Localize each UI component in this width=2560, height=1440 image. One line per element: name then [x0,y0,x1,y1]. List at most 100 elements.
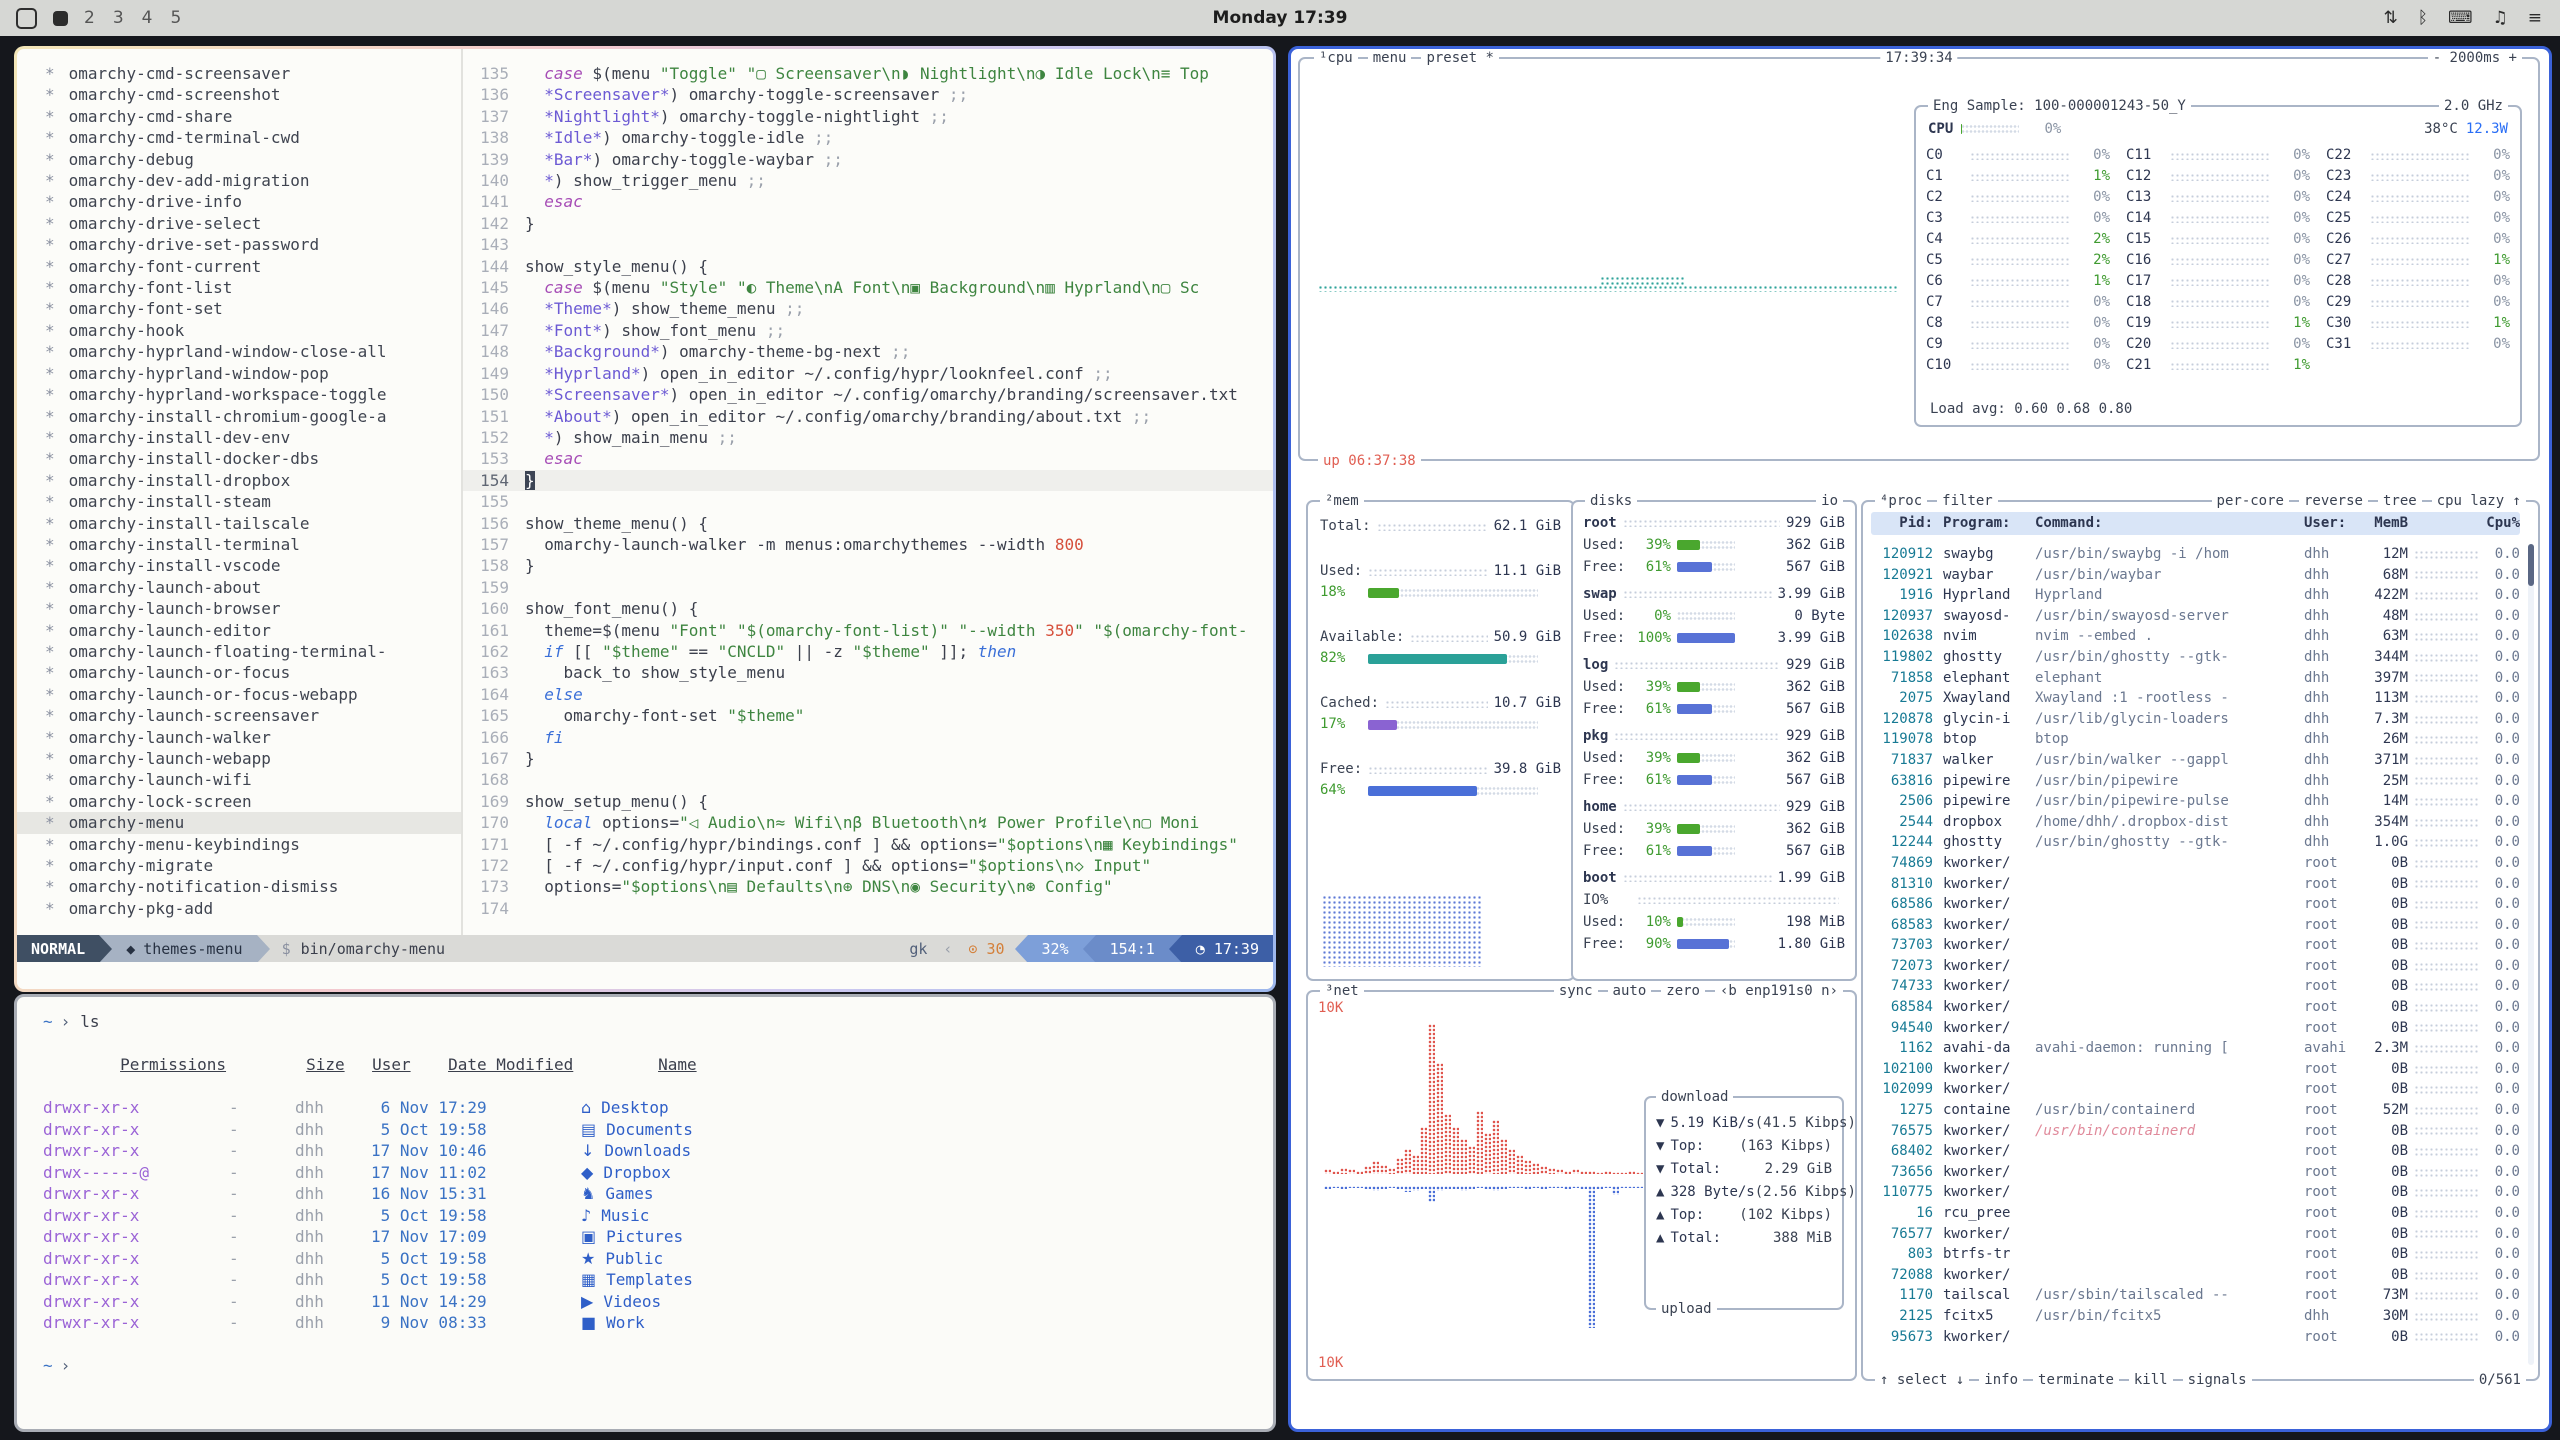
file-list-item[interactable]: *omarchy-migrate [17,855,461,876]
process-row[interactable]: 74869kworker/root0B0.0 [1871,853,2520,874]
process-scrollbar[interactable] [2528,544,2534,1365]
process-row[interactable]: 102638nvimnvim --embed .dhh63M0.0 [1871,626,2520,647]
file-list-item[interactable]: *omarchy-cmd-screenshot [17,84,461,105]
process-row[interactable]: 2506pipewire/usr/bin/pipewire-pulsedhh14… [1871,791,2520,812]
file-list-item[interactable]: *omarchy-launch-about [17,577,461,598]
net-tab-net[interactable]: ³net [1320,982,1364,1000]
file-list-item[interactable]: *omarchy-menu [17,812,461,833]
cpu-tab-cpu[interactable]: ¹cpu [1314,49,1358,67]
file-list-item[interactable]: *omarchy-launch-walker [17,727,461,748]
code-line[interactable]: 144show_style_menu() { [463,256,1273,277]
code-line[interactable]: 136 *Screensaver*) omarchy-toggle-screen… [463,84,1273,105]
file-list-item[interactable]: *omarchy-install-tailscale [17,513,461,534]
file-list-item[interactable]: *omarchy-drive-info [17,191,461,212]
process-row[interactable]: 73703kworker/root0B0.0 [1871,935,2520,956]
process-row[interactable]: 12244ghostty/usr/bin/ghostty --gtk-dhh1.… [1871,832,2520,853]
code-line[interactable]: 163 back_to show_style_menu [463,662,1273,683]
code-line[interactable]: 140 *) show_trigger_menu ;; [463,170,1273,191]
proc-tab-reverse[interactable]: reverse [2299,492,2368,510]
process-row[interactable]: 119078btopbtopdhh26M0.0 [1871,729,2520,750]
prompt-line[interactable]: ~› [43,1355,1273,1377]
disks-tab-io[interactable]: io [1816,492,1843,510]
code-line[interactable]: 156show_theme_menu() { [463,513,1273,534]
process-row[interactable]: 110775kworker/root0B0.0 [1871,1182,2520,1203]
file-list-item[interactable]: *omarchy-install-dropbox [17,470,461,491]
file-list-item[interactable]: *omarchy-cmd-terminal-cwd [17,127,461,148]
net-tab-b-enp191s0-n[interactable]: ‹b enp191s0 n› [1715,982,1843,1000]
process-row[interactable]: 1275containe/usr/bin/containerdroot52M0.… [1871,1100,2520,1121]
code-line[interactable]: 142} [463,213,1273,234]
code-line[interactable]: 168 [463,769,1273,790]
file-list-item[interactable]: *omarchy-install-terminal [17,534,461,555]
mem-tab-mem[interactable]: ²mem [1320,492,1364,510]
process-row[interactable]: 1916HyprlandHyprlanddhh422M0.0 [1871,585,2520,606]
code-line[interactable]: 169show_setup_menu() { [463,791,1273,812]
disks-tab-disks[interactable]: disks [1585,492,1637,510]
process-row[interactable]: 2544dropbox/home/dhh/.dropbox-distdhh354… [1871,812,2520,833]
file-list-item[interactable]: *omarchy-dev-add-migration [17,170,461,191]
code-line[interactable]: 139 *Bar*) omarchy-toggle-waybar ;; [463,149,1273,170]
code-line[interactable]: 141 esac [463,191,1273,212]
command-line[interactable] [17,962,1273,989]
scrollbar-thumb[interactable] [2528,544,2534,586]
code-line[interactable]: 152 *) show_main_menu ;; [463,427,1273,448]
code-line[interactable]: 137 *Nightlight*) omarchy-toggle-nightli… [463,106,1273,127]
code-line[interactable]: 153 esac [463,448,1273,469]
file-list-item[interactable]: *omarchy-launch-or-focus-webapp [17,684,461,705]
code-line[interactable]: 146 *Theme*) show_theme_menu ;; [463,298,1273,319]
file-list-item[interactable]: *omarchy-drive-set-password [17,234,461,255]
code-line[interactable]: 160show_font_menu() { [463,598,1273,619]
process-row[interactable]: 68583kworker/root0B0.0 [1871,915,2520,936]
file-list-item[interactable]: *omarchy-install-docker-dbs [17,448,461,469]
btop-window[interactable]: ¹cpumenupreset * 17:39:34 - 2000ms + Eng… [1288,46,2552,1432]
proc-tab-tree[interactable]: tree [2378,492,2422,510]
proc-tab-per-core[interactable]: per-core [2212,492,2289,510]
process-row[interactable]: 120878glycin-i/usr/lib/glycin-loadersdhh… [1871,709,2520,730]
file-list-item[interactable]: *omarchy-launch-webapp [17,748,461,769]
file-list-item[interactable]: *omarchy-lock-screen [17,791,461,812]
code-line[interactable]: 161 theme=$(menu "Font" "$(omarchy-font-… [463,620,1273,641]
file-list-item[interactable]: *omarchy-cmd-share [17,106,461,127]
code-line[interactable]: 148 *Background*) omarchy-theme-bg-next … [463,341,1273,362]
file-list-item[interactable]: *omarchy-hyprland-window-pop [17,363,461,384]
process-row[interactable]: 73656kworker/root0B0.0 [1871,1162,2520,1183]
process-row[interactable]: 119802ghostty/usr/bin/ghostty --gtk-dhh3… [1871,647,2520,668]
file-list-item[interactable]: *omarchy-font-list [17,277,461,298]
process-row[interactable]: 102099kworker/root0B0.0 [1871,1079,2520,1100]
file-list-item[interactable]: *omarchy-install-chromium-google-a [17,406,461,427]
file-list-item[interactable]: *omarchy-font-set [17,298,461,319]
process-row[interactable]: 102100kworker/root0B0.0 [1871,1059,2520,1080]
code-line[interactable]: 174 [463,898,1273,919]
process-row[interactable]: 71837walker/usr/bin/walker --gappldhh371… [1871,750,2520,771]
file-list-item[interactable]: *omarchy-launch-screensaver [17,705,461,726]
file-list-item[interactable]: *omarchy-launch-wifi [17,769,461,790]
file-list-item[interactable]: *omarchy-install-steam [17,491,461,512]
process-row[interactable]: 16rcu_preeroot0B0.0 [1871,1203,2520,1224]
file-list-item[interactable]: *omarchy-launch-editor [17,620,461,641]
process-row[interactable]: 71858elephantelephantdhh397M0.0 [1871,668,2520,689]
code-line[interactable]: 157 omarchy-launch-walker -m menus:omarc… [463,534,1273,555]
proc-action-select[interactable]: ↑ select ↓ [1875,1371,1969,1389]
process-row[interactable]: 120937swayosd-/usr/bin/swayosd-serverdhh… [1871,606,2520,627]
process-row[interactable]: 120912swaybg/usr/bin/swaybg -i /homdhh12… [1871,544,2520,565]
refresh-interval-control[interactable]: - 2000ms + [2428,49,2522,67]
file-list-item[interactable]: *omarchy-debug [17,149,461,170]
file-list-item[interactable]: *omarchy-font-current [17,256,461,277]
code-line[interactable]: 173 options="$options\n▤ Defaults\n⊕ DNS… [463,876,1273,897]
file-list-item[interactable]: *omarchy-launch-or-focus [17,662,461,683]
code-line[interactable]: 145 case $(menu "Style" "◐ Theme\nA Font… [463,277,1273,298]
file-list-item[interactable]: *omarchy-drive-select [17,213,461,234]
code-line[interactable]: 143 [463,234,1273,255]
terminal-window[interactable]: ~›ls PermissionsSizeUserDate ModifiedNam… [14,994,1276,1432]
file-list-item[interactable]: *omarchy-pkg-add [17,898,461,919]
proc-action-terminate[interactable]: terminate [2033,1371,2119,1389]
code-line[interactable]: 162 if [[ "$theme" == "CNCLD" || -z "$th… [463,641,1273,662]
net-tab-auto[interactable]: auto [1608,982,1652,1000]
file-list-item[interactable]: *omarchy-launch-floating-terminal- [17,641,461,662]
code-line[interactable]: 164 else [463,684,1273,705]
process-row[interactable]: 72073kworker/root0B0.0 [1871,956,2520,977]
proc-action-info[interactable]: info [1979,1371,2023,1389]
file-list-item[interactable]: *omarchy-menu-keybindings [17,834,461,855]
proc-tab-filter[interactable]: filter [1937,492,1998,510]
process-row[interactable]: 94540kworker/root0B0.0 [1871,1018,2520,1039]
